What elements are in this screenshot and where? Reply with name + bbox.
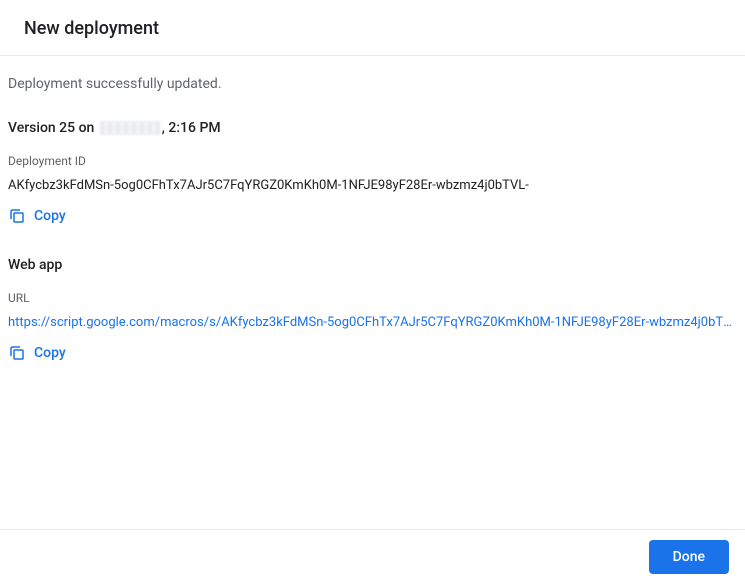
deployment-id-value: AKfycbz3kFdMSn-5og0CFhTx7AJr5C7FqYRGZ0Km…: [8, 178, 737, 193]
dialog-content: Deployment successfully updated. Version…: [0, 56, 745, 394]
dialog-header: New deployment: [0, 0, 745, 56]
version-suffix: , 2:16 PM: [162, 120, 221, 136]
copy-deployment-id-button[interactable]: Copy: [8, 203, 66, 229]
copy-deployment-id-label: Copy: [34, 208, 66, 224]
deployment-id-label: Deployment ID: [8, 154, 737, 168]
dialog-title: New deployment: [24, 18, 721, 39]
success-message: Deployment successfully updated.: [8, 76, 737, 92]
dialog-footer: Done: [0, 529, 745, 584]
url-label: URL: [8, 291, 737, 305]
copy-icon: [8, 344, 26, 362]
copy-icon: [8, 207, 26, 225]
version-info: Version 25 on , 2:16 PM: [8, 120, 737, 136]
version-prefix: Version 25 on: [8, 120, 98, 136]
webapp-section-title: Web app: [8, 257, 737, 273]
copy-url-button[interactable]: Copy: [8, 340, 66, 366]
redacted-date: [100, 121, 160, 135]
done-button[interactable]: Done: [649, 540, 729, 574]
url-value[interactable]: https://script.google.com/macros/s/AKfyc…: [8, 315, 737, 330]
copy-url-label: Copy: [34, 345, 66, 361]
